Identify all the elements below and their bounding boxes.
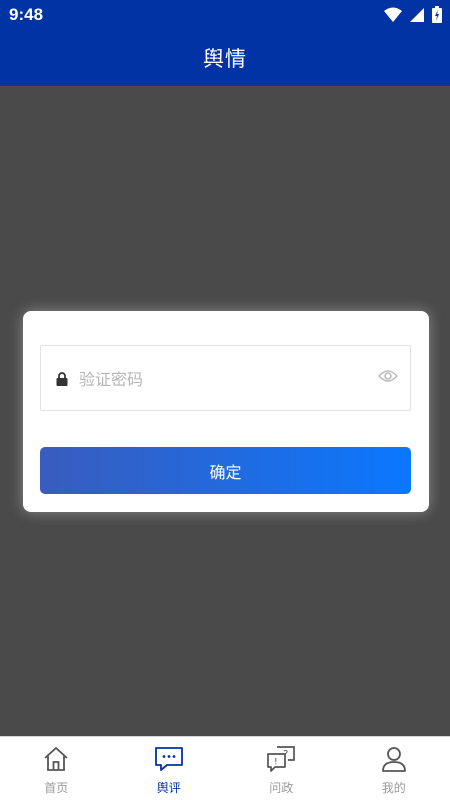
chat-bubble-icon [154,744,184,774]
status-time: 9:48 [9,5,44,24]
lock-icon [56,372,68,386]
tab-home[interactable]: 首页 [0,737,113,800]
tab-mine[interactable]: 我的 [338,737,450,800]
bottom-tab-bar: 首页 舆评 ? ! 问政 我的 [0,736,450,800]
tab-opinion-label: 舆评 [156,781,181,795]
confirm-button[interactable]: 确定 [40,447,411,494]
tab-inquiry-label: 问政 [269,781,294,795]
signal-icon [410,7,424,22]
user-icon [379,744,409,774]
password-field[interactable] [40,345,411,411]
tab-inquiry[interactable]: ? ! 问政 [225,737,338,800]
home-icon [41,744,71,774]
tab-mine-label: 我的 [381,781,406,795]
battery-icon [432,6,442,23]
password-input[interactable] [79,364,359,394]
page-title: 舆情 [203,47,247,71]
app-bar: 舆情 [0,30,450,86]
password-dialog: 确定 [23,311,429,512]
wifi-icon [384,7,402,22]
svg-text:!: ! [274,758,278,768]
status-bar: 9:48 [0,0,450,30]
eye-icon[interactable] [378,369,398,383]
question-chat-icon: ? ! [266,744,296,774]
status-icons [384,6,442,23]
tab-home-label: 首页 [44,781,69,795]
tab-opinion[interactable]: 舆评 [113,737,226,800]
